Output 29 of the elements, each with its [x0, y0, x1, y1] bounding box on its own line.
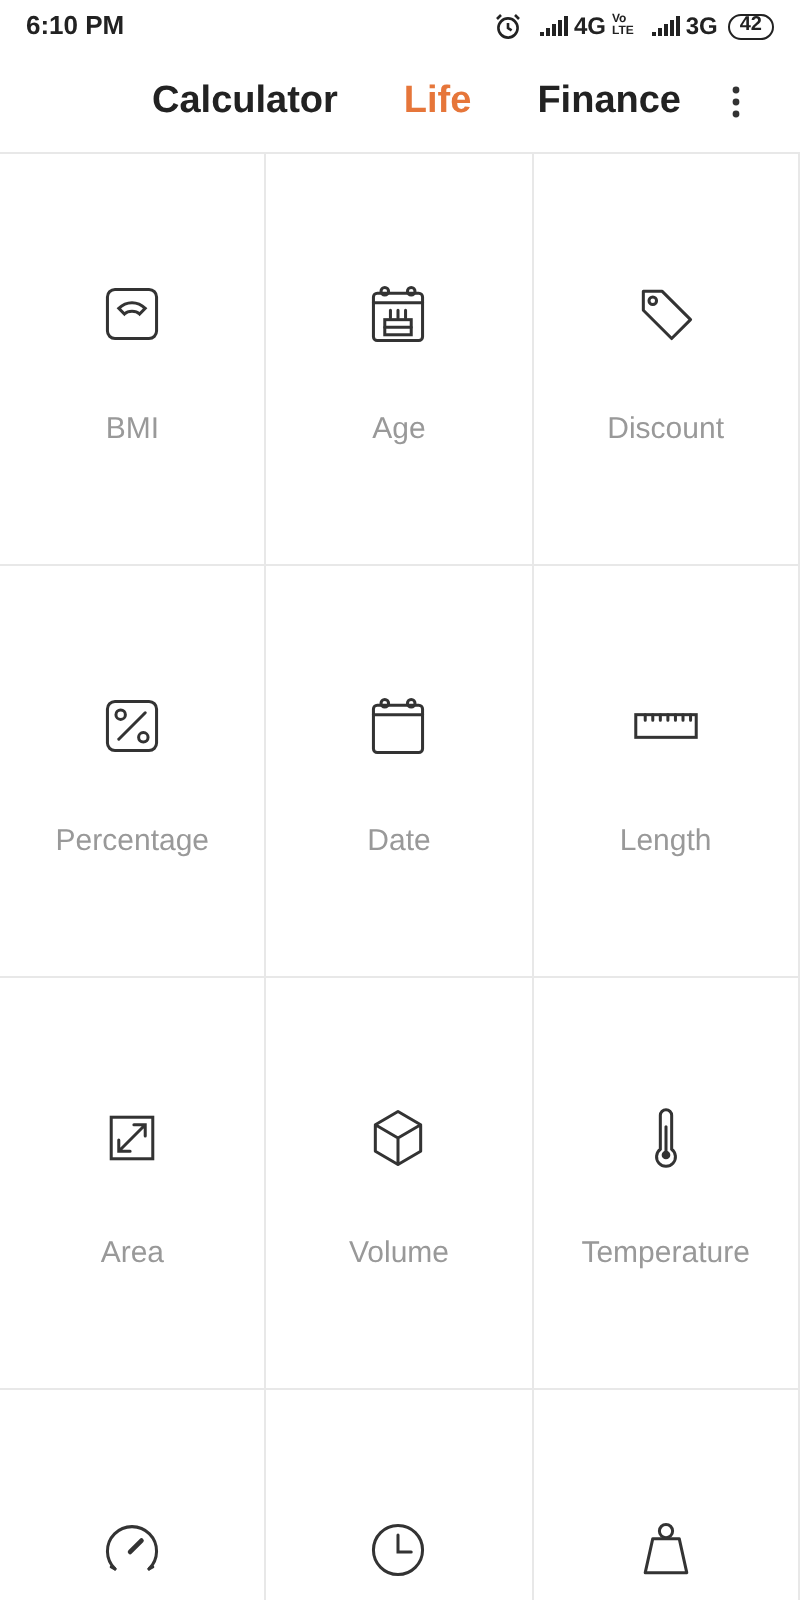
tool-tile[interactable]: Area: [0, 978, 267, 1390]
tool-label: Volume: [348, 1234, 450, 1274]
tool-label: Age: [372, 410, 426, 450]
tool-tile[interactable]: Discount: [533, 154, 800, 566]
tab[interactable]: Calculator: [152, 73, 338, 131]
tool-label: Length: [619, 822, 712, 862]
alarm-clock-icon: [493, 12, 522, 40]
tool-tile[interactable]: Length: [533, 566, 800, 978]
tool-label: Date: [367, 822, 431, 862]
signal-icon: [651, 16, 680, 36]
tool-tile[interactable]: Temperature: [533, 978, 800, 1390]
tool-label: BMI: [105, 410, 159, 450]
tool-tile[interactable]: Age: [266, 154, 534, 566]
status-time: 6:10 PM: [26, 8, 125, 45]
signal-icon: [539, 16, 568, 36]
tool-tile[interactable]: Percentage: [0, 566, 267, 978]
network-type: 3G: [685, 10, 718, 44]
more-options-icon[interactable]: [728, 84, 744, 120]
tool-label: Temperature: [581, 1234, 750, 1274]
tab[interactable]: Life: [403, 73, 472, 131]
tool-tile[interactable]: Volume: [266, 978, 534, 1390]
battery-icon: 42: [727, 13, 774, 39]
tool-tile[interactable]: Date: [266, 566, 534, 978]
tool-label: Percentage: [55, 822, 210, 862]
tool-tile[interactable]: BMI: [0, 154, 267, 566]
network-type: 4G: [573, 10, 606, 44]
tool-label: Area: [100, 1234, 164, 1274]
tool-label: Discount: [607, 410, 724, 450]
tab[interactable]: Finance: [537, 73, 682, 131]
